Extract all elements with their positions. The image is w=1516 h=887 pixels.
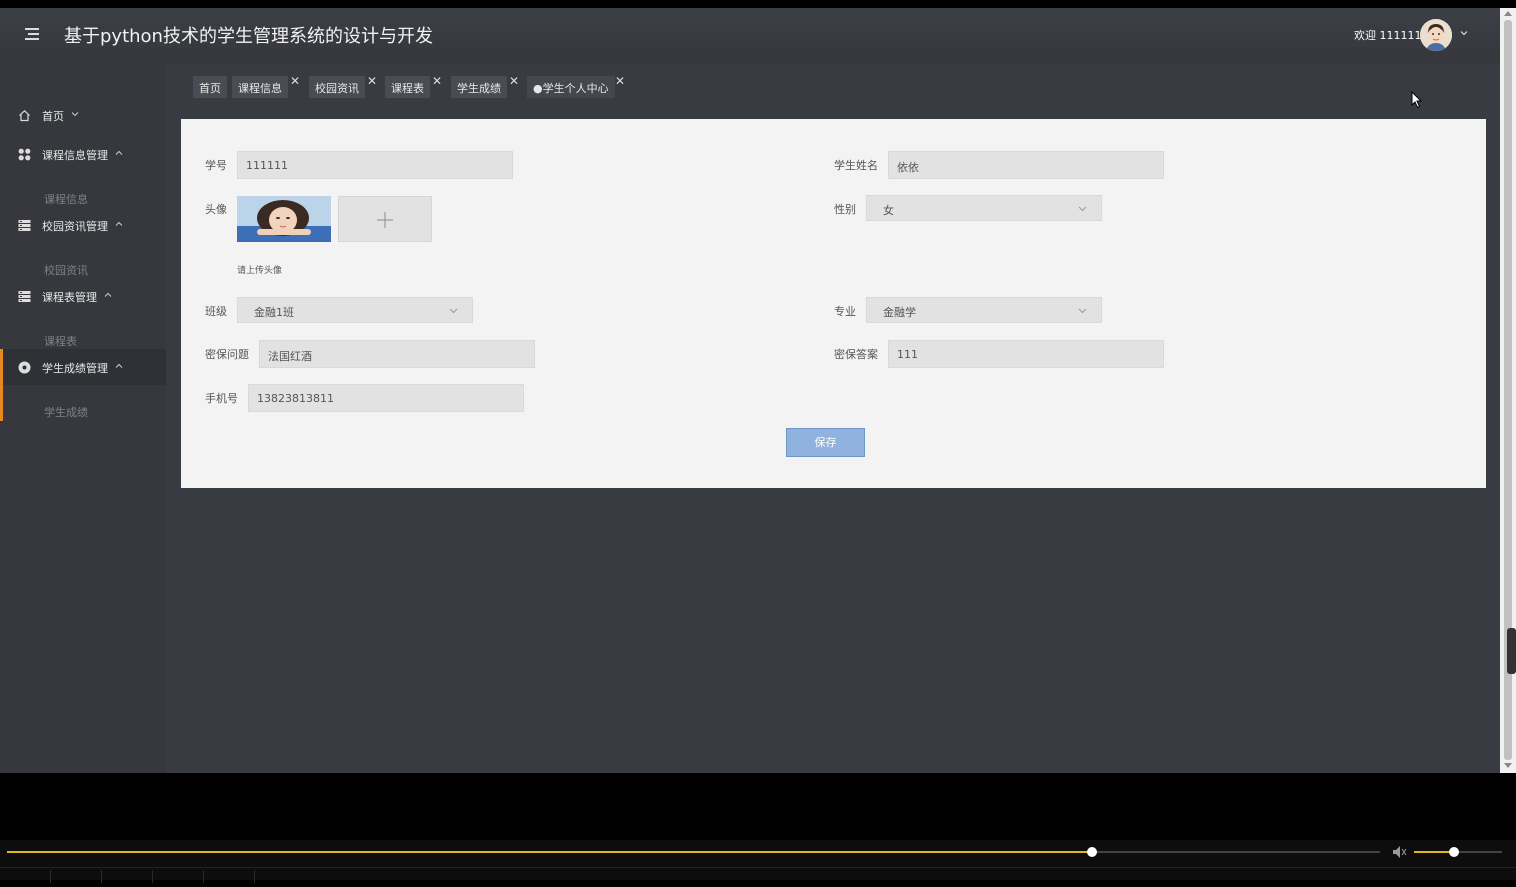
- student-id-label: 学号: [205, 159, 227, 172]
- taskbar-slot: [51, 870, 102, 883]
- tab-grades[interactable]: 学生成绩: [451, 76, 507, 98]
- taskbar-slot: [0, 870, 51, 883]
- user-avatar[interactable]: [1420, 19, 1452, 51]
- major-label: 专业: [834, 305, 856, 318]
- volume-slider[interactable]: [1414, 847, 1502, 857]
- submenu-item-grades[interactable]: 学生成绩: [44, 404, 88, 420]
- progress-knob[interactable]: [1086, 847, 1097, 857]
- phone-label: 手机号: [205, 392, 238, 405]
- welcome-text: 欢迎 111111: [1354, 29, 1422, 42]
- sidebar-item-label: 课程表管理: [42, 291, 97, 304]
- avatar-label: 头像: [205, 203, 227, 216]
- sidebar-item-label: 校园资讯管理: [42, 220, 108, 233]
- tab-campus-news[interactable]: 校园资讯: [309, 76, 365, 98]
- taskbar-slot: [102, 870, 153, 883]
- save-button[interactable]: 保存: [786, 428, 865, 457]
- chevron-down-icon: [449, 308, 458, 314]
- submenu-item-course-info[interactable]: 课程信息: [44, 191, 88, 207]
- plus-icon: [377, 212, 393, 228]
- screen: 基于python技术的学生管理系统的设计与开发 欢迎 111111 首页 课程信…: [0, 0, 1516, 883]
- list-icon: [18, 291, 31, 302]
- mouse-cursor-icon: [1411, 91, 1423, 109]
- chevron-down-icon[interactable]: [1460, 29, 1468, 37]
- close-icon[interactable]: ✕: [615, 74, 625, 88]
- top-header: 基于python技术的学生管理系统的设计与开发 欢迎 111111: [0, 8, 1500, 64]
- security-answer-field[interactable]: 111: [888, 340, 1164, 368]
- sidebar: 首页 课程信息管理 课程信息 校园资讯管理 校园资讯 课程表管理 课程表 学生成…: [0, 64, 166, 773]
- major-value: 金融学: [883, 306, 916, 319]
- close-icon[interactable]: ✕: [432, 74, 442, 88]
- submenu-item-campus-news[interactable]: 校园资讯: [44, 262, 88, 278]
- class-value: 金融1班: [254, 306, 294, 319]
- student-name-label: 学生姓名: [834, 159, 878, 172]
- sidebar-item-course-info[interactable]: 课程信息管理: [0, 136, 166, 172]
- class-select[interactable]: 金融1班: [237, 297, 473, 323]
- taskbar-strip: [0, 867, 1516, 883]
- grid-icon: [18, 148, 31, 161]
- class-label: 班级: [205, 305, 227, 318]
- tab-timetable[interactable]: 课程表: [385, 76, 430, 98]
- taskbar-slot: [204, 870, 255, 883]
- active-indicator: [0, 385, 3, 421]
- tab-bar: 首页 课程信息 ✕ 校园资讯 ✕ 课程表 ✕ 学生成绩 ✕ ●学生个人中心 ✕: [166, 64, 1500, 114]
- sidebar-item-label: 首页: [42, 110, 64, 123]
- avatar-hint: 请上传头像: [237, 266, 283, 276]
- chevron-up-icon: [115, 221, 123, 226]
- chevron-up-icon: [115, 363, 123, 368]
- chevron-down-icon: [71, 112, 79, 117]
- scroll-up-icon[interactable]: [1504, 10, 1512, 16]
- page-scrollbar[interactable]: [1500, 8, 1516, 773]
- major-select[interactable]: 金融学: [866, 297, 1102, 323]
- security-answer-label: 密保答案: [834, 348, 878, 361]
- gender-select[interactable]: 女: [866, 195, 1102, 221]
- sidebar-item-campus-news[interactable]: 校园资讯管理: [0, 207, 166, 243]
- volume-fill: [1414, 851, 1454, 853]
- chevron-down-icon: [1078, 308, 1087, 314]
- scroll-down-icon[interactable]: [1504, 763, 1512, 769]
- close-icon[interactable]: ✕: [509, 74, 519, 88]
- sidebar-item-label: 课程信息管理: [42, 149, 108, 162]
- security-question-label: 密保问题: [205, 348, 249, 361]
- progress-bar[interactable]: [7, 847, 1380, 857]
- sidebar-item-grades[interactable]: 学生成绩管理: [0, 349, 166, 385]
- chevron-down-icon: [1078, 206, 1087, 212]
- hamburger-menu-icon[interactable]: [25, 28, 39, 42]
- security-question-field[interactable]: 法国红酒: [259, 340, 535, 368]
- sidebar-item-label: 学生成绩管理: [42, 362, 108, 375]
- avatar-upload-button[interactable]: [338, 196, 432, 242]
- chevron-up-icon: [115, 150, 123, 155]
- volume-icon[interactable]: [1392, 845, 1408, 859]
- progress-fill: [7, 851, 1092, 853]
- tab-course-info[interactable]: 课程信息: [232, 76, 288, 98]
- home-icon: [19, 109, 30, 122]
- volume-knob[interactable]: [1448, 847, 1459, 857]
- gender-label: 性别: [834, 203, 856, 216]
- chevron-up-icon: [104, 292, 112, 297]
- scrollbar-grip[interactable]: [1507, 628, 1516, 674]
- taskbar-slot: [153, 870, 204, 883]
- submenu-item-timetable[interactable]: 课程表: [44, 333, 77, 349]
- video-player-bar: [0, 840, 1516, 883]
- app-window: 基于python技术的学生管理系统的设计与开发 欢迎 111111 首页 课程信…: [0, 8, 1500, 773]
- tab-home[interactable]: 首页: [193, 76, 227, 98]
- sidebar-item-timetable[interactable]: 课程表管理: [0, 278, 166, 314]
- student-id-field[interactable]: 111111: [237, 151, 513, 179]
- avatar-photo: [237, 196, 331, 242]
- close-icon[interactable]: ✕: [367, 74, 377, 88]
- close-icon[interactable]: ✕: [290, 74, 300, 88]
- app-title: 基于python技术的学生管理系统的设计与开发: [64, 26, 433, 47]
- list-icon: [18, 220, 31, 231]
- sidebar-item-home[interactable]: 首页: [0, 97, 166, 133]
- circle-icon: [18, 361, 31, 374]
- gender-value: 女: [883, 204, 894, 217]
- profile-form: 学号 111111 学生姓名 依依 头像 请上传头像 性别 女 班级 金融1班 …: [181, 119, 1486, 488]
- student-name-field[interactable]: 依依: [888, 151, 1164, 179]
- phone-field[interactable]: 13823813811: [248, 384, 524, 412]
- tab-student-center[interactable]: ●学生个人中心: [527, 76, 615, 98]
